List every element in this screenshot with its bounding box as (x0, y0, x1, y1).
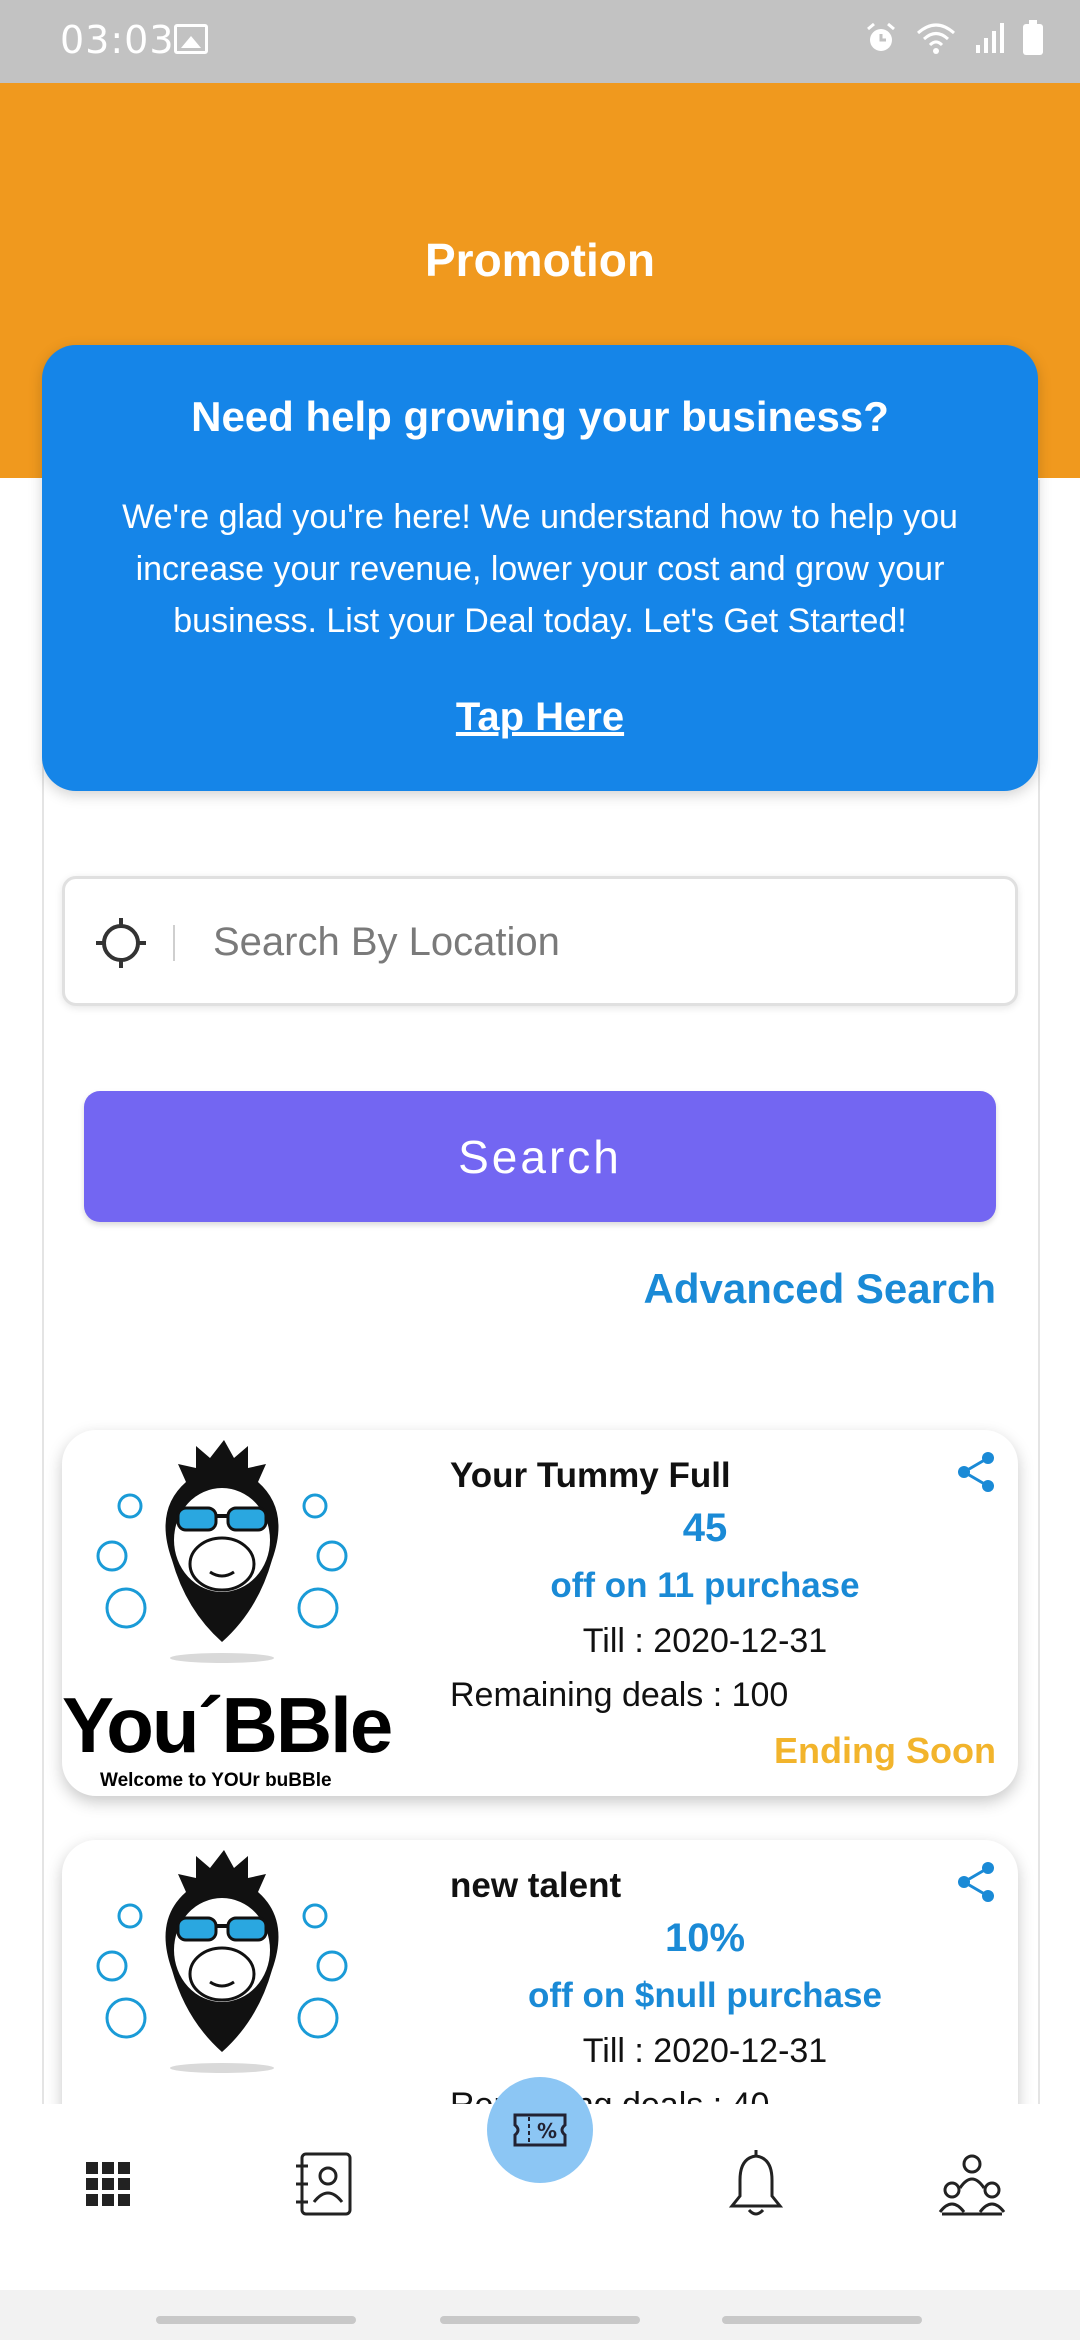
alarm-icon (864, 21, 898, 59)
deal-expiry: Till : 2020-12-31 (582, 1622, 828, 1660)
promo-title: Need help growing your business? (191, 393, 889, 440)
search-location-input[interactable] (213, 907, 993, 977)
deal-name: new talent (450, 1866, 622, 1905)
brand-tagline: Welcome to YOUr buBBle (100, 1770, 332, 1791)
advanced-search-link[interactable]: Advanced Search (644, 1265, 997, 1313)
svg-text:%: % (537, 2119, 557, 2143)
search-divider (173, 925, 175, 961)
community-icon[interactable] (932, 2144, 1012, 2224)
deal-amount: 45 (682, 1506, 728, 1550)
share-icon[interactable] (956, 1450, 996, 1494)
signal-icon (974, 21, 1004, 59)
wifi-icon (916, 21, 956, 59)
status-bar: 03:03 (0, 0, 1080, 83)
crosshair-icon[interactable] (93, 915, 149, 971)
bell-icon[interactable] (716, 2144, 796, 2224)
system-gesture-area (0, 2290, 1080, 2340)
deal-remaining: Remaining deals : 100 (450, 1676, 789, 1714)
tap-here-link[interactable]: Tap Here (42, 695, 1038, 740)
deal-status-badge: Ending Soon (774, 1730, 996, 1771)
deal-offer: off on $null purchase (528, 1976, 882, 2015)
deal-expiry: Till : 2020-12-31 (582, 2032, 828, 2070)
promo-card: Need help growing your business? We're g… (42, 345, 1038, 791)
share-icon[interactable] (956, 1860, 996, 1904)
discount-coupon-icon[interactable]: % (487, 2077, 593, 2183)
youbble-logo: You´BBle Welcome to YOUr buBBle (62, 1430, 402, 1796)
promo-body: We're glad you're here! We understand ho… (122, 498, 958, 640)
recent-apps-bar[interactable] (156, 2316, 356, 2324)
back-bar[interactable] (722, 2316, 922, 2324)
contacts-icon[interactable] (284, 2144, 364, 2224)
location-search-field[interactable] (62, 876, 1018, 1006)
deal-offer: off on 11 purchase (550, 1566, 860, 1605)
page-title: Promotion (425, 234, 655, 286)
deal-name: Your Tummy Full (450, 1456, 731, 1495)
image-icon (174, 24, 208, 54)
deal-amount: 10% (664, 1916, 746, 1960)
search-button[interactable]: Search (84, 1091, 996, 1222)
status-time: 03:03 (60, 18, 175, 62)
status-icons (864, 20, 1044, 60)
battery-icon (1022, 20, 1044, 60)
deal-card[interactable]: You´BBle Welcome to YOUr buBBle Your Tum… (62, 1430, 1018, 1796)
brand-wordmark: You´BBle (62, 1681, 393, 1769)
home-bar[interactable] (440, 2316, 640, 2324)
grid-icon[interactable] (68, 2144, 148, 2224)
